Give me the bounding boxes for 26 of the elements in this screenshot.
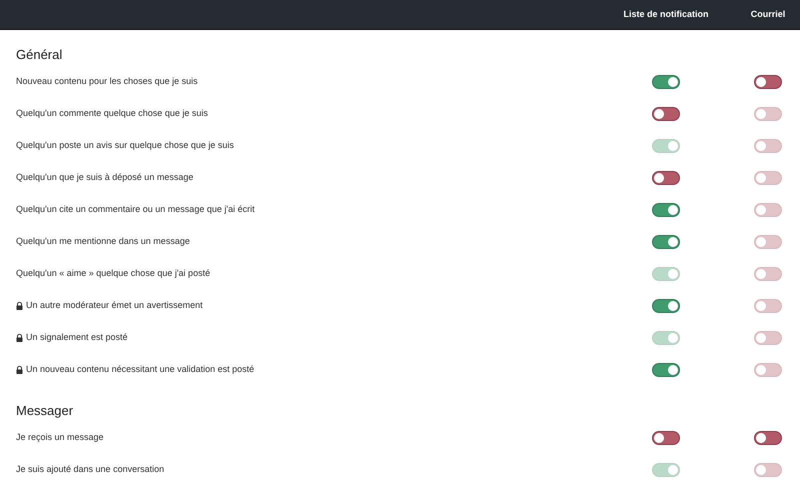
setting-label: Un signalement est posté	[26, 331, 128, 344]
toggle-switch[interactable]	[652, 75, 680, 89]
setting-label: Je suis ajouté dans une conversation	[16, 463, 164, 476]
toggle-switch[interactable]	[652, 171, 680, 185]
setting-label: Un nouveau contenu nécessitant une validation est posté	[26, 363, 254, 376]
setting-label: Quelqu'un commente quelque chose que je suis	[16, 107, 208, 120]
setting-label: Quelqu'un cite un commentaire ou un message que j'ai écrit	[16, 203, 255, 216]
setting-label: Je reçois un message	[16, 431, 104, 444]
setting-label: Quelqu'un « aime » quelque chose que j'ai posté	[16, 267, 210, 280]
setting-label: Quelqu'un que je suis à déposé un message	[16, 171, 194, 184]
column-header: Liste de notification	[623, 8, 708, 21]
toggle-switch[interactable]	[754, 75, 782, 89]
toggle-switch[interactable]	[652, 107, 680, 121]
section-heading: Général	[15, 46, 64, 64]
setting-label: Nouveau contenu pour les choses que je suis	[16, 75, 198, 88]
toggle-switch[interactable]	[652, 235, 680, 249]
column-header: Courriel	[750, 8, 786, 21]
section-heading: Messager	[15, 402, 74, 420]
toggle-switch[interactable]	[652, 363, 680, 377]
toggle-switch[interactable]	[652, 203, 680, 217]
toggle-switch[interactable]	[652, 299, 680, 313]
setting-label: Quelqu'un me mentionne dans un message	[16, 235, 190, 248]
toggle-switch[interactable]	[754, 431, 782, 445]
setting-label: Quelqu'un poste un avis sur quelque chose que je suis	[16, 139, 234, 152]
toggle-switch[interactable]	[652, 431, 680, 445]
setting-label: Un autre modérateur émet un avertissement	[26, 299, 203, 312]
